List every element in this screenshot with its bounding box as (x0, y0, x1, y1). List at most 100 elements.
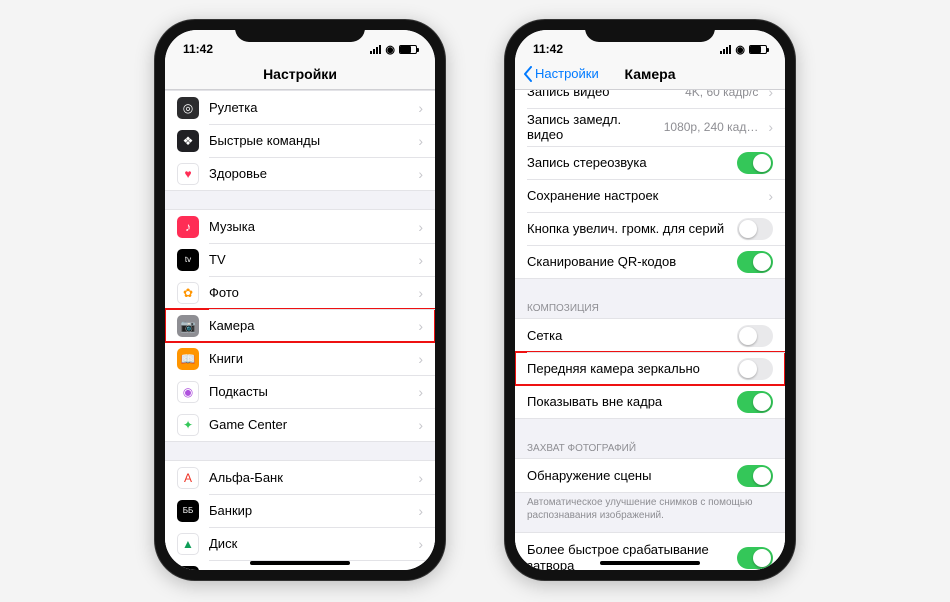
camera-row-сканирование-qr-кодов[interactable]: Сканирование QR-кодов (515, 245, 785, 278)
camera-group-scene: Обнаружение сцены (515, 458, 785, 493)
camera-row-сетка[interactable]: Сетка (515, 319, 785, 352)
chevron-right-icon: › (418, 219, 423, 235)
settings-row-здоровье[interactable]: ♥ Здоровье › (165, 157, 435, 190)
toggle-switch[interactable] (737, 465, 773, 487)
chevron-right-icon: › (418, 417, 423, 433)
home-indicator[interactable] (600, 561, 700, 565)
settings-row-музыка[interactable]: ♪Музыка› (165, 210, 435, 243)
chevron-right-icon: › (418, 100, 423, 116)
app-icon: tv (177, 249, 199, 271)
status-time: 11:42 (183, 42, 213, 56)
camera-row-сохранение-настроек[interactable]: Сохранение настроек› (515, 179, 785, 212)
app-icon: ♥ (177, 163, 199, 185)
home-indicator[interactable] (250, 561, 350, 565)
screen-settings: 11:42 ◉ Настройки ◎Рулетка›❖Быстрые кома… (165, 30, 435, 570)
row-label: Дія (209, 569, 408, 570)
phone-camera-settings: 11:42 ◉ Настройки Камера Запись видео 4K,… (505, 20, 795, 580)
settings-row-рулетка[interactable]: ◎Рулетка› (165, 91, 435, 124)
settings-row-быстрые-команды[interactable]: ❖Быстрые команды› (165, 124, 435, 157)
back-label: Настройки (535, 66, 599, 81)
settings-row-подкасты[interactable]: ◉Подкасты› (165, 375, 435, 408)
settings-group: ◎Рулетка›❖Быстрые команды› ♥ Здоровье › (165, 90, 435, 191)
toggle-switch[interactable] (737, 251, 773, 273)
row-label: Подкасты (209, 384, 408, 399)
row-label: Диск (209, 536, 408, 551)
status-right: ◉ (370, 43, 417, 56)
chevron-right-icon: › (418, 166, 423, 182)
toggle-switch[interactable] (737, 325, 773, 347)
navbar-camera: Настройки Камера (515, 58, 785, 90)
row-label: Банкир (209, 503, 408, 518)
row-label: Сетка (527, 328, 727, 343)
settings-row-game-center[interactable]: ✦ Game Center › (165, 408, 435, 441)
row-label: Обнаружение сцены (527, 468, 727, 483)
row-label: Запись стереозвука (527, 155, 727, 170)
camera-row-кнопка-увелич-громк-для-серий[interactable]: Кнопка увелич. громк. для серий (515, 212, 785, 245)
row-label: Запись видео (527, 90, 675, 99)
wifi-icon: ◉ (735, 43, 745, 56)
app-icon: ▲ (177, 533, 199, 555)
settings-row-камера[interactable]: 📷Камера› (165, 309, 435, 342)
signal-icon (720, 45, 731, 54)
chevron-right-icon: › (418, 285, 423, 301)
row-label: Передняя камера зеркально (527, 361, 727, 376)
settings-row-книги[interactable]: 📖 Книги › (165, 342, 435, 375)
app-icon: Дія (177, 566, 199, 571)
toggle-switch[interactable] (737, 358, 773, 380)
page-title: Настройки (263, 66, 337, 82)
status-right: ◉ (720, 43, 767, 56)
chevron-right-icon: › (768, 119, 773, 135)
camera-row-показывать-вне-кадра[interactable]: Показывать вне кадра (515, 385, 785, 418)
camera-row-запись-видео[interactable]: Запись видео 4K, 60 кадр/с › (515, 90, 785, 108)
row-label: Здоровье (209, 166, 408, 181)
app-icon: 📷 (177, 315, 199, 337)
page-title: Камера (625, 66, 676, 82)
settings-row-банкир[interactable]: БББанкир› (165, 494, 435, 527)
chevron-right-icon: › (768, 90, 773, 100)
signal-icon (370, 45, 381, 54)
toggle-switch[interactable] (737, 391, 773, 413)
row-label: Кнопка увелич. громк. для серий (527, 221, 727, 236)
settings-list[interactable]: ◎Рулетка›❖Быстрые команды›♥Здоровье›♪Муз… (165, 90, 435, 570)
settings-row-диск[interactable]: ▲ Диск › (165, 527, 435, 560)
settings-group: ♪Музыка›tvTV›✿Фото›📷Камера›📖Книги›◉Подка… (165, 209, 435, 442)
chevron-right-icon: › (418, 384, 423, 400)
wifi-icon: ◉ (385, 43, 395, 56)
app-icon: ◎ (177, 97, 199, 119)
row-label: Сканирование QR-кодов (527, 254, 727, 269)
row-value: 4K, 60 кадр/с (685, 90, 758, 99)
camera-settings-list[interactable]: Запись видео4K, 60 кадр/с›Запись замедл.… (515, 90, 785, 570)
app-icon: 📖 (177, 348, 199, 370)
chevron-right-icon: › (418, 536, 423, 552)
toggle-switch[interactable] (737, 218, 773, 240)
settings-row-tv[interactable]: tvTV› (165, 243, 435, 276)
settings-row-фото[interactable]: ✿Фото› (165, 276, 435, 309)
row-value: 1080p, 240 кад… (664, 120, 759, 134)
toggle-switch[interactable] (737, 152, 773, 174)
row-label: Книги (209, 351, 408, 366)
row-label: Запись замедл. видео (527, 112, 654, 142)
chevron-right-icon: › (418, 569, 423, 571)
camera-row-запись-стереозвука[interactable]: Запись стереозвука (515, 146, 785, 179)
notch (585, 20, 715, 42)
settings-group: AАльфа-Банк›БББанкир›▲Диск›ДіяДія›≡Докум… (165, 460, 435, 570)
status-time: 11:42 (533, 42, 563, 56)
chevron-right-icon: › (418, 133, 423, 149)
camera-row-передняя-камера-зеркально[interactable]: Передняя камера зеркально (515, 352, 785, 385)
chevron-right-icon: › (418, 351, 423, 367)
notch (235, 20, 365, 42)
row-label: Показывать вне кадра (527, 394, 727, 409)
app-icon: ✦ (177, 414, 199, 436)
camera-group-recording: Запись видео4K, 60 кадр/с›Запись замедл.… (515, 90, 785, 279)
row-label: Сохранение настроек (527, 188, 758, 203)
back-button[interactable]: Настройки (523, 58, 599, 89)
camera-row-запись-замедл-видео[interactable]: Запись замедл. видео 1080p, 240 кад… › (515, 108, 785, 146)
camera-row-обнаружение-сцены[interactable]: Обнаружение сцены (515, 459, 785, 492)
chevron-right-icon: › (418, 503, 423, 519)
settings-row-альфа-банк[interactable]: AАльфа-Банк› (165, 461, 435, 494)
toggle-switch[interactable] (737, 547, 773, 569)
row-label: TV (209, 252, 408, 267)
battery-icon (399, 45, 417, 54)
row-label: Game Center (209, 417, 408, 432)
row-label: Фото (209, 285, 408, 300)
